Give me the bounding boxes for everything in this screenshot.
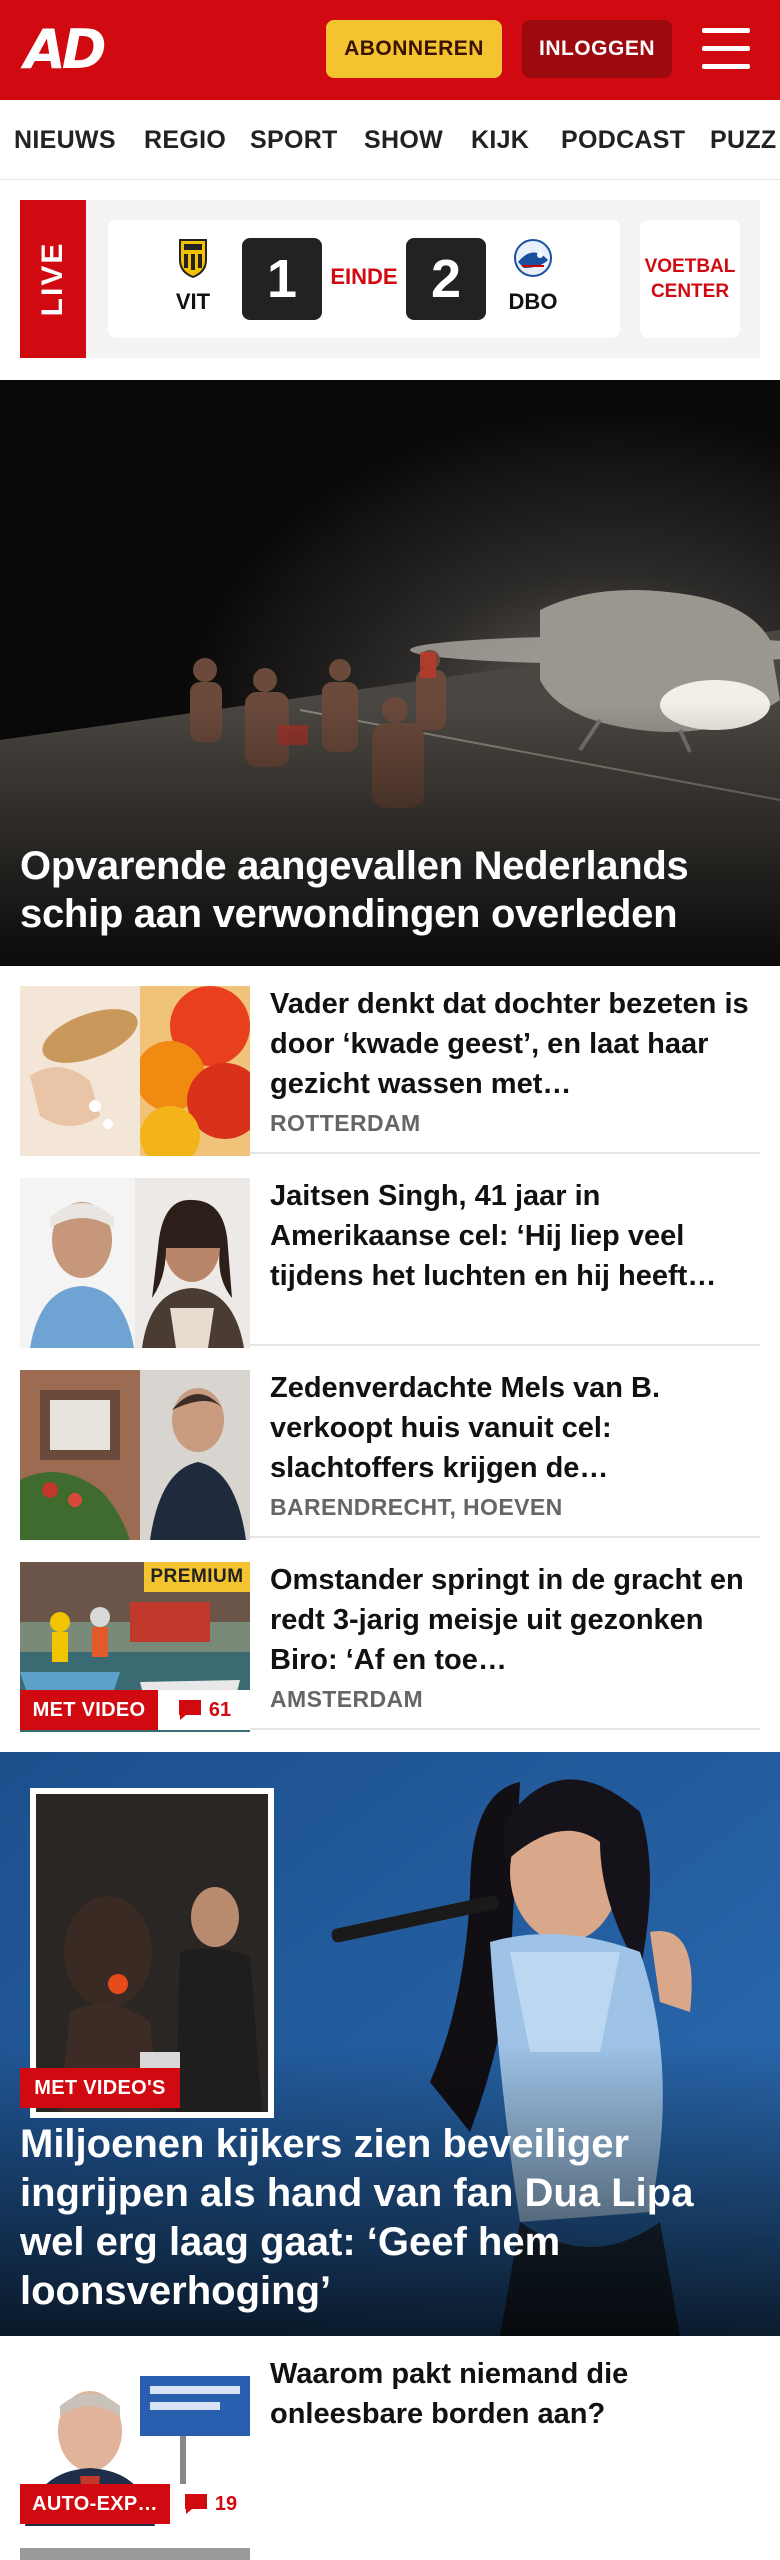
premium-badge: PREMIUM [144,1562,250,1592]
article-item[interactable]: AUTO-EXP… 19 Waarom pakt niemand die onl… [20,2350,760,2526]
videos-badge: MET VIDEO'S [20,2068,180,2108]
away-team-name: DBO [508,289,558,314]
match-card[interactable]: VIT 1 EINDE 2 DBO [108,220,620,338]
comment-count-value: 19 [214,2492,238,2515]
article-thumbnail [20,1370,250,1540]
article-title[interactable]: Zedenverdachte Mels van B. verkoopt huis… [270,1368,760,1488]
top-bar: AD ABONNEREN INLOGGEN [0,0,780,100]
den-bosch-crest-icon [514,239,552,277]
comment-count-value: 61 [208,1698,232,1721]
article-item[interactable]: Jaitsen Singh, 41 jaar in Amerikaanse ce… [20,1172,760,1348]
nav-item-sport[interactable]: SPORT [250,126,338,155]
live-label: LIVE [36,241,69,317]
login-button[interactable]: INLOGGEN [522,20,672,78]
article-title[interactable]: Jaitsen Singh, 41 jaar in Amerikaanse ce… [270,1176,760,1296]
home-team: VIT [158,238,228,315]
comment-count[interactable]: 19 [170,2484,250,2524]
away-team: DBO [498,238,568,315]
voetbal-center-line1: VOETBAL [644,256,736,277]
home-score: 1 [242,238,322,320]
subscribe-button[interactable]: ABONNEREN [326,20,502,78]
article-thumbnail [20,1178,250,1348]
next-article-thumbnail [20,2548,250,2560]
nav-item-regio[interactable]: REGIO [144,126,226,155]
nav-item-nieuws[interactable]: NIEUWS [14,126,116,155]
live-tab[interactable]: LIVE [20,200,86,358]
article-location: BARENDRECHT, HOEVEN [270,1494,563,1520]
article-title[interactable]: Vader denkt dat dochter bezeten is door … [270,984,760,1104]
comment-count[interactable]: 61 [158,1690,250,1730]
ad-logo[interactable]: AD [24,22,120,78]
nav-item-podcast[interactable]: PODCAST [561,126,685,155]
comment-icon [178,1700,201,1720]
nav-item-puzzel[interactable]: PUZZ [710,126,776,155]
nav-item-kijk[interactable]: KIJK [471,126,529,155]
voetbal-center-button[interactable]: VOETBAL CENTER [640,220,740,338]
video-badge: MET VIDEO [20,1690,158,1730]
auto-expert-badge: AUTO-EXP… [20,2484,170,2524]
feature-title[interactable]: Miljoenen kijkers zien beveiliger ingrij… [20,2120,760,2316]
main-nav: NIEUWS REGIO SPORT SHOW KIJK PODCAST PUZ… [0,100,780,180]
article-location: AMSTERDAM [270,1686,424,1712]
article-photo [20,1370,250,1540]
comment-icon [184,2494,207,2514]
article-location: ROTTERDAM [270,1110,421,1136]
article-item[interactable]: PREMIUM MET VIDEO 61 Omstander springt i… [20,1556,760,1732]
menu-icon[interactable] [700,26,752,72]
article-thumbnail [20,986,250,1156]
article-title[interactable]: Omstander springt in de gracht en redt 3… [270,1560,760,1680]
hero-title[interactable]: Opvarende aangevallen Nederlands schip a… [20,842,740,938]
nav-item-show[interactable]: SHOW [364,126,443,155]
away-score: 2 [406,238,486,320]
live-score-widget: LIVE VIT 1 EINDE 2 DBO VOETBAL CENTER [20,200,760,358]
vitesse-crest-icon [179,239,207,279]
article-photo [20,986,250,1156]
match-status: EINDE [330,264,398,289]
article-item[interactable]: Vader denkt dat dochter bezeten is door … [20,980,760,1156]
home-team-name: VIT [175,289,211,314]
article-photo [20,1178,250,1348]
voetbal-center-line2: CENTER [650,281,730,302]
article-title[interactable]: Waarom pakt niemand die onleesbare borde… [270,2354,760,2434]
article-item[interactable]: Zedenverdachte Mels van B. verkoopt huis… [20,1364,760,1540]
